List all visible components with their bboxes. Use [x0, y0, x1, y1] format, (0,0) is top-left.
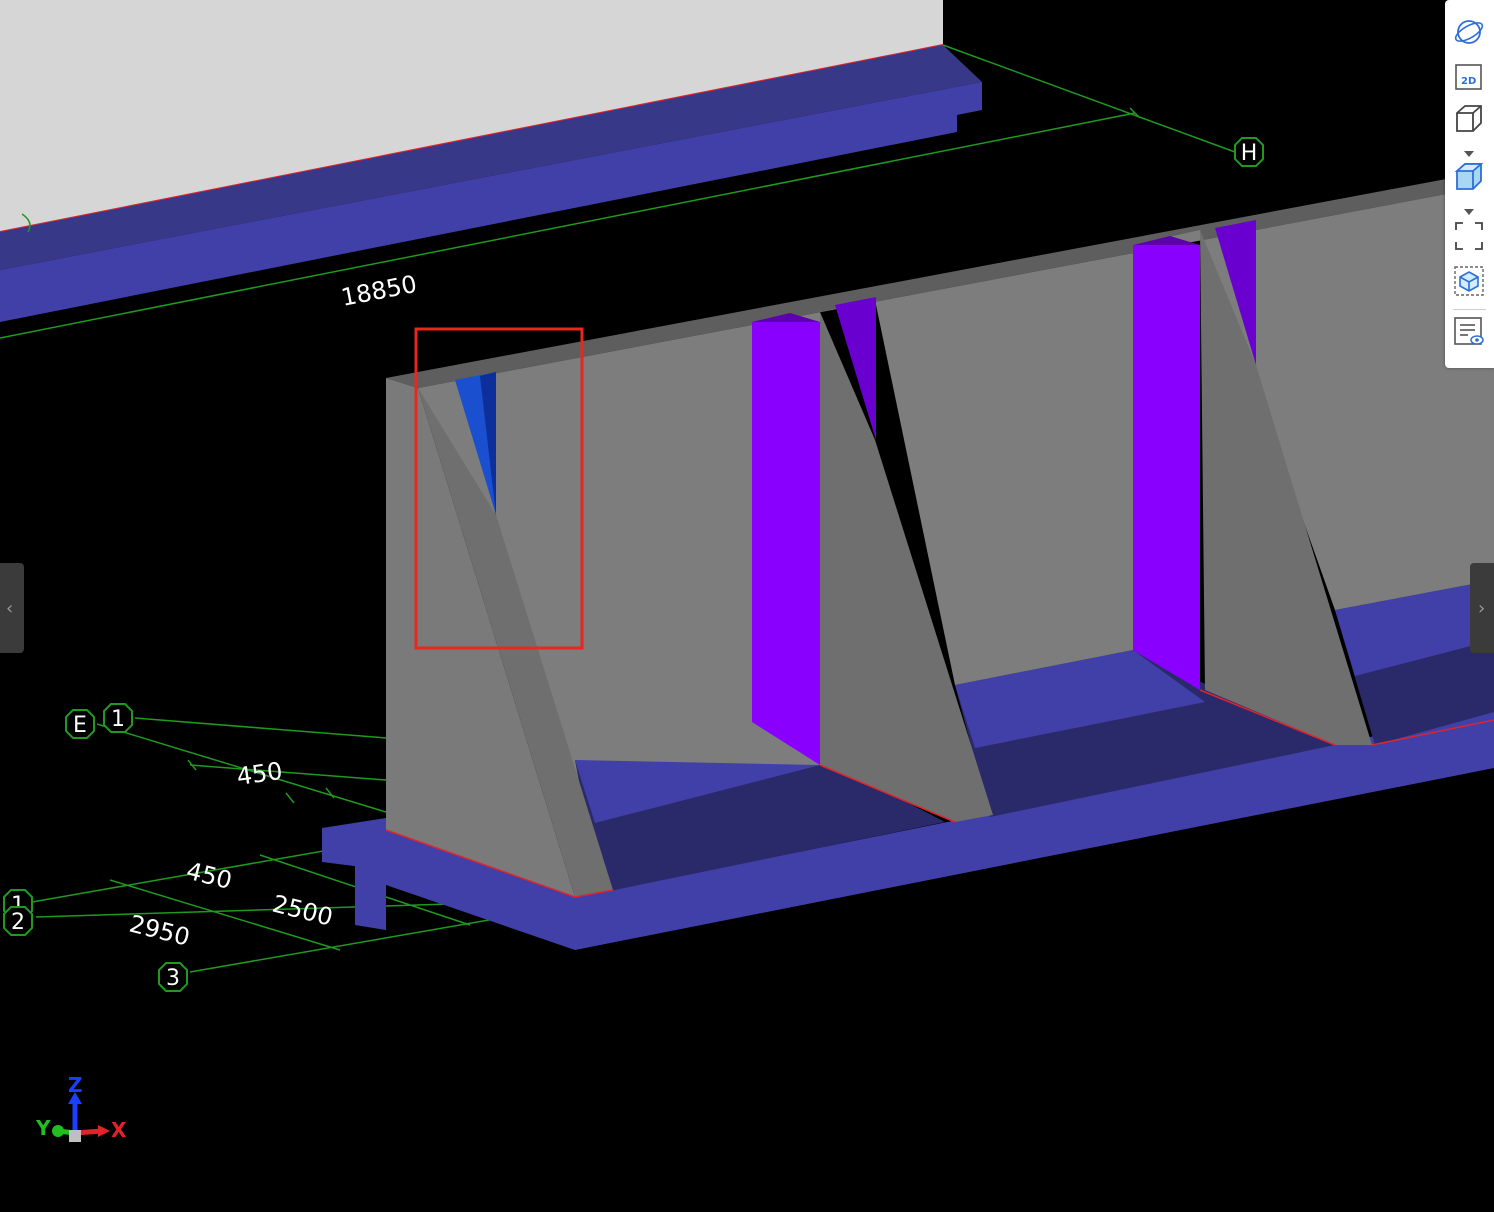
properties-visibility-icon: [1453, 316, 1485, 353]
axis-y-label: Y: [35, 1116, 51, 1140]
right-panel-toggle[interactable]: ›: [1470, 563, 1494, 653]
grid-bubble-2-left[interactable]: 2: [3, 906, 33, 936]
dimension-450-bottom: 450: [184, 857, 235, 895]
properties-visibility-button[interactable]: [1452, 316, 1486, 353]
svg-text:E: E: [73, 713, 87, 738]
footing-step-top[interactable]: [322, 818, 386, 870]
3d-viewport[interactable]: 18850 450 450 2500 2950 H E 1 1 2 3 Z X …: [0, 0, 1494, 1212]
axis-triad: Z X Y: [35, 1073, 127, 1142]
chevron-left-icon: ‹: [6, 598, 14, 619]
left-panel-toggle[interactable]: ‹: [0, 563, 24, 653]
fit-view-icon: [1453, 220, 1485, 257]
grid-bubble-3[interactable]: 3: [158, 962, 188, 992]
dimension-450-top: 450: [235, 757, 284, 791]
svg-text:2D: 2D: [1461, 76, 1476, 87]
grid-bubble-E[interactable]: E: [65, 709, 95, 739]
view-2d-icon: 2D: [1454, 62, 1484, 97]
grid-bubble-1-top[interactable]: 1: [103, 703, 133, 733]
rib-violet-2[interactable]: [1133, 245, 1200, 690]
toolbar-separator: [1453, 309, 1486, 310]
wireframe-dropdown-arrow[interactable]: [1463, 146, 1475, 157]
chevron-down-icon: [1464, 209, 1474, 215]
wireframe-cube-icon: [1453, 103, 1485, 140]
solid-cube-icon: [1453, 161, 1485, 198]
rib-violet-1[interactable]: [752, 322, 820, 765]
wireframe-view-button[interactable]: [1452, 104, 1486, 138]
section-box-button[interactable]: [1452, 265, 1486, 302]
shaded-dropdown-arrow[interactable]: [1463, 204, 1475, 215]
chevron-right-icon: ›: [1478, 598, 1486, 619]
axis-z-label: Z: [68, 1073, 83, 1097]
orbit-button[interactable]: [1452, 17, 1486, 51]
view-toolbar: 2D: [1445, 0, 1494, 368]
svg-text:2: 2: [11, 910, 25, 935]
shaded-view-button[interactable]: [1452, 162, 1486, 196]
orbit-icon: [1453, 16, 1485, 53]
svg-text:1: 1: [111, 707, 125, 732]
view-2d-button[interactable]: 2D: [1452, 62, 1486, 96]
section-box-icon: [1453, 265, 1485, 302]
footing-step-lower[interactable]: [355, 862, 386, 930]
chevron-down-icon: [1464, 151, 1474, 157]
svg-text:3: 3: [166, 966, 180, 991]
dimension-18850: 18850: [339, 270, 419, 312]
dimension-2950: 2950: [127, 910, 193, 952]
dimension-2500: 2500: [270, 890, 336, 932]
svg-text:H: H: [1241, 141, 1258, 166]
fit-view-button[interactable]: [1452, 221, 1486, 255]
axis-x-label: X: [111, 1118, 127, 1142]
model-canvas[interactable]: 18850 450 450 2500 2950 H E 1 1 2 3 Z X …: [0, 0, 1494, 1212]
grid-bubble-H[interactable]: H: [1234, 137, 1264, 167]
